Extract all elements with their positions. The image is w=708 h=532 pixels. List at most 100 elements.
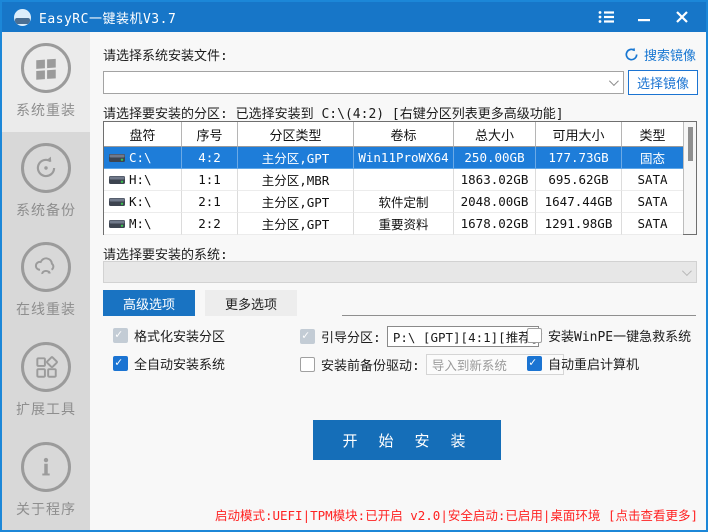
cell-type: 主分区,GPT: [238, 191, 354, 213]
sidebar-item-online-reinstall[interactable]: 在线重装: [2, 231, 90, 331]
hard-drive-icon: [109, 175, 125, 185]
sidebar-item-label: 系统备份: [16, 200, 76, 220]
restore-arrow-icon: [21, 143, 71, 193]
cell-drive: H:\: [129, 172, 152, 187]
option-backup-driver[interactable]: 安装前备份驱动: 导入到新系统: [300, 354, 564, 375]
search-image-label: 搜索镜像: [644, 45, 696, 64]
cell-index: 2:1: [182, 191, 238, 213]
table-row[interactable]: K:\ 2:1 主分区,GPT 软件定制 2048.00GB 1647.44GB…: [104, 191, 683, 213]
tab-underline: [342, 315, 696, 316]
col-header-total[interactable]: 总大小: [454, 122, 536, 147]
windows-logo-icon: [21, 43, 71, 93]
info-icon: [21, 442, 71, 492]
system-combobox[interactable]: [103, 261, 697, 283]
cell-media: SATA: [622, 169, 683, 191]
option-label: 安装前备份驱动:: [321, 355, 420, 374]
cell-drive: M:\: [129, 216, 152, 231]
sidebar-item-about[interactable]: 关于程序: [2, 430, 90, 530]
hard-drive-icon: [109, 153, 125, 163]
checkbox-backup-driver[interactable]: [300, 357, 315, 372]
sidebar: 系统重装 系统备份 在线重装 扩展工具 关于程序: [2, 32, 90, 530]
cell-drive: C:\: [129, 150, 152, 165]
option-auto-install[interactable]: 全自动安装系统: [113, 354, 225, 373]
backup-driver-value: 导入到新系统: [432, 355, 507, 374]
table-row[interactable]: M:\ 2:2 主分区,GPT 重要资料 1678.02GB 1291.98GB…: [104, 213, 683, 235]
checkbox-winpe[interactable]: [527, 328, 542, 343]
titlebar: EasyRC一键装机V3.7: [2, 2, 706, 32]
hard-drive-icon: [109, 219, 125, 229]
cell-media: SATA: [622, 213, 683, 235]
apps-grid-icon: [21, 342, 71, 392]
boot-partition-value: P:\ [GPT][4:1][推荐]: [393, 327, 538, 346]
col-header-label[interactable]: 卷标: [354, 122, 454, 147]
install-file-label: 请选择系统安装文件:: [103, 45, 228, 64]
tab-more-options[interactable]: 更多选项: [205, 290, 297, 316]
cloud-sync-icon: [21, 242, 71, 292]
table-row[interactable]: C:\ 4:2 主分区,GPT Win11ProWX64 250.00GB 17…: [104, 147, 683, 169]
cell-free: 695.62GB: [536, 169, 622, 191]
option-label: 格式化安装分区: [134, 326, 225, 345]
col-header-type[interactable]: 分区类型: [238, 122, 354, 147]
cell-index: 4:2: [182, 147, 238, 169]
minimize-icon[interactable]: [636, 9, 652, 25]
sidebar-item-system-reinstall[interactable]: 系统重装: [2, 32, 90, 132]
menu-list-icon[interactable]: [598, 9, 614, 25]
cell-label: 软件定制: [354, 191, 454, 213]
cell-type: 主分区,GPT: [238, 147, 354, 169]
cell-label: 重要资料: [354, 213, 454, 235]
tab-advanced-options[interactable]: 高级选项: [103, 290, 195, 316]
scrollbar-thumb[interactable]: [688, 127, 693, 161]
option-auto-restart[interactable]: 自动重启计算机: [527, 354, 639, 373]
col-header-index[interactable]: 序号: [182, 122, 238, 147]
close-icon[interactable]: [674, 9, 690, 25]
sidebar-item-label: 在线重装: [16, 299, 76, 319]
option-label: 全自动安装系统: [134, 354, 225, 373]
col-header-free[interactable]: 可用大小: [536, 122, 622, 147]
cell-drive: K:\: [129, 194, 152, 209]
partition-table: 盘符 序号 分区类型 卷标 总大小 可用大小 类型 C:\ 4:2 主分区,GP…: [103, 121, 697, 235]
search-image-link[interactable]: 搜索镜像: [624, 45, 696, 64]
select-image-button[interactable]: 选择镜像: [628, 70, 698, 95]
cell-media: 固态: [622, 147, 683, 169]
start-install-button[interactable]: 开 始 安 装: [313, 420, 501, 460]
cell-label: [354, 169, 454, 191]
boot-partition-select[interactable]: P:\ [GPT][4:1][推荐]: [387, 326, 539, 347]
cell-free: 1291.98GB: [536, 213, 622, 235]
option-label: 引导分区:: [321, 327, 381, 346]
install-file-combobox[interactable]: [103, 71, 624, 94]
option-boot-partition[interactable]: 引导分区: P:\ [GPT][4:1][推荐]: [300, 326, 539, 347]
app-logo-icon: [14, 9, 31, 26]
status-bar[interactable]: 启动模式:UEFI|TPM模块:已开启 v2.0|安全启动:已启用|桌面环境 […: [215, 505, 698, 524]
table-row[interactable]: H:\ 1:1 主分区,MBR 1863.02GB 695.62GB SATA: [104, 169, 683, 191]
refresh-icon: [624, 47, 639, 62]
option-label: 自动重启计算机: [548, 354, 639, 373]
window-title: EasyRC一键装机V3.7: [39, 8, 176, 27]
cell-type: 主分区,MBR: [238, 169, 354, 191]
checkbox-format-partition[interactable]: [113, 328, 128, 343]
option-format-partition[interactable]: 格式化安装分区: [113, 326, 225, 345]
sidebar-item-label: 关于程序: [16, 499, 76, 519]
app-window: EasyRC一键装机V3.7 系统重装 系统备份: [0, 0, 708, 532]
sidebar-item-label: 系统重装: [16, 100, 76, 120]
cell-total: 2048.00GB: [454, 191, 536, 213]
sidebar-item-extension-tools[interactable]: 扩展工具: [2, 331, 90, 431]
col-header-drive[interactable]: 盘符: [104, 122, 182, 147]
checkbox-boot-partition[interactable]: [300, 329, 315, 344]
sidebar-item-system-backup[interactable]: 系统备份: [2, 132, 90, 232]
cell-type: 主分区,GPT: [238, 213, 354, 235]
cell-total: 250.00GB: [454, 147, 536, 169]
main-panel: 请选择系统安装文件: 搜索镜像 选择镜像 请选择要安装的分区: 已选择安装到 C…: [90, 32, 706, 530]
cell-index: 1:1: [182, 169, 238, 191]
option-winpe[interactable]: 安装WinPE一键急救系统: [527, 326, 691, 345]
cell-total: 1863.02GB: [454, 169, 536, 191]
option-label: 安装WinPE一键急救系统: [548, 326, 691, 345]
cell-free: 177.73GB: [536, 147, 622, 169]
cell-index: 2:2: [182, 213, 238, 235]
col-header-media[interactable]: 类型: [622, 122, 683, 147]
table-header-row: 盘符 序号 分区类型 卷标 总大小 可用大小 类型: [104, 122, 683, 147]
checkbox-auto-restart[interactable]: [527, 356, 542, 371]
checkbox-auto-install[interactable]: [113, 356, 128, 371]
cell-media: SATA: [622, 191, 683, 213]
table-scrollbar[interactable]: [683, 122, 696, 234]
cell-total: 1678.02GB: [454, 213, 536, 235]
